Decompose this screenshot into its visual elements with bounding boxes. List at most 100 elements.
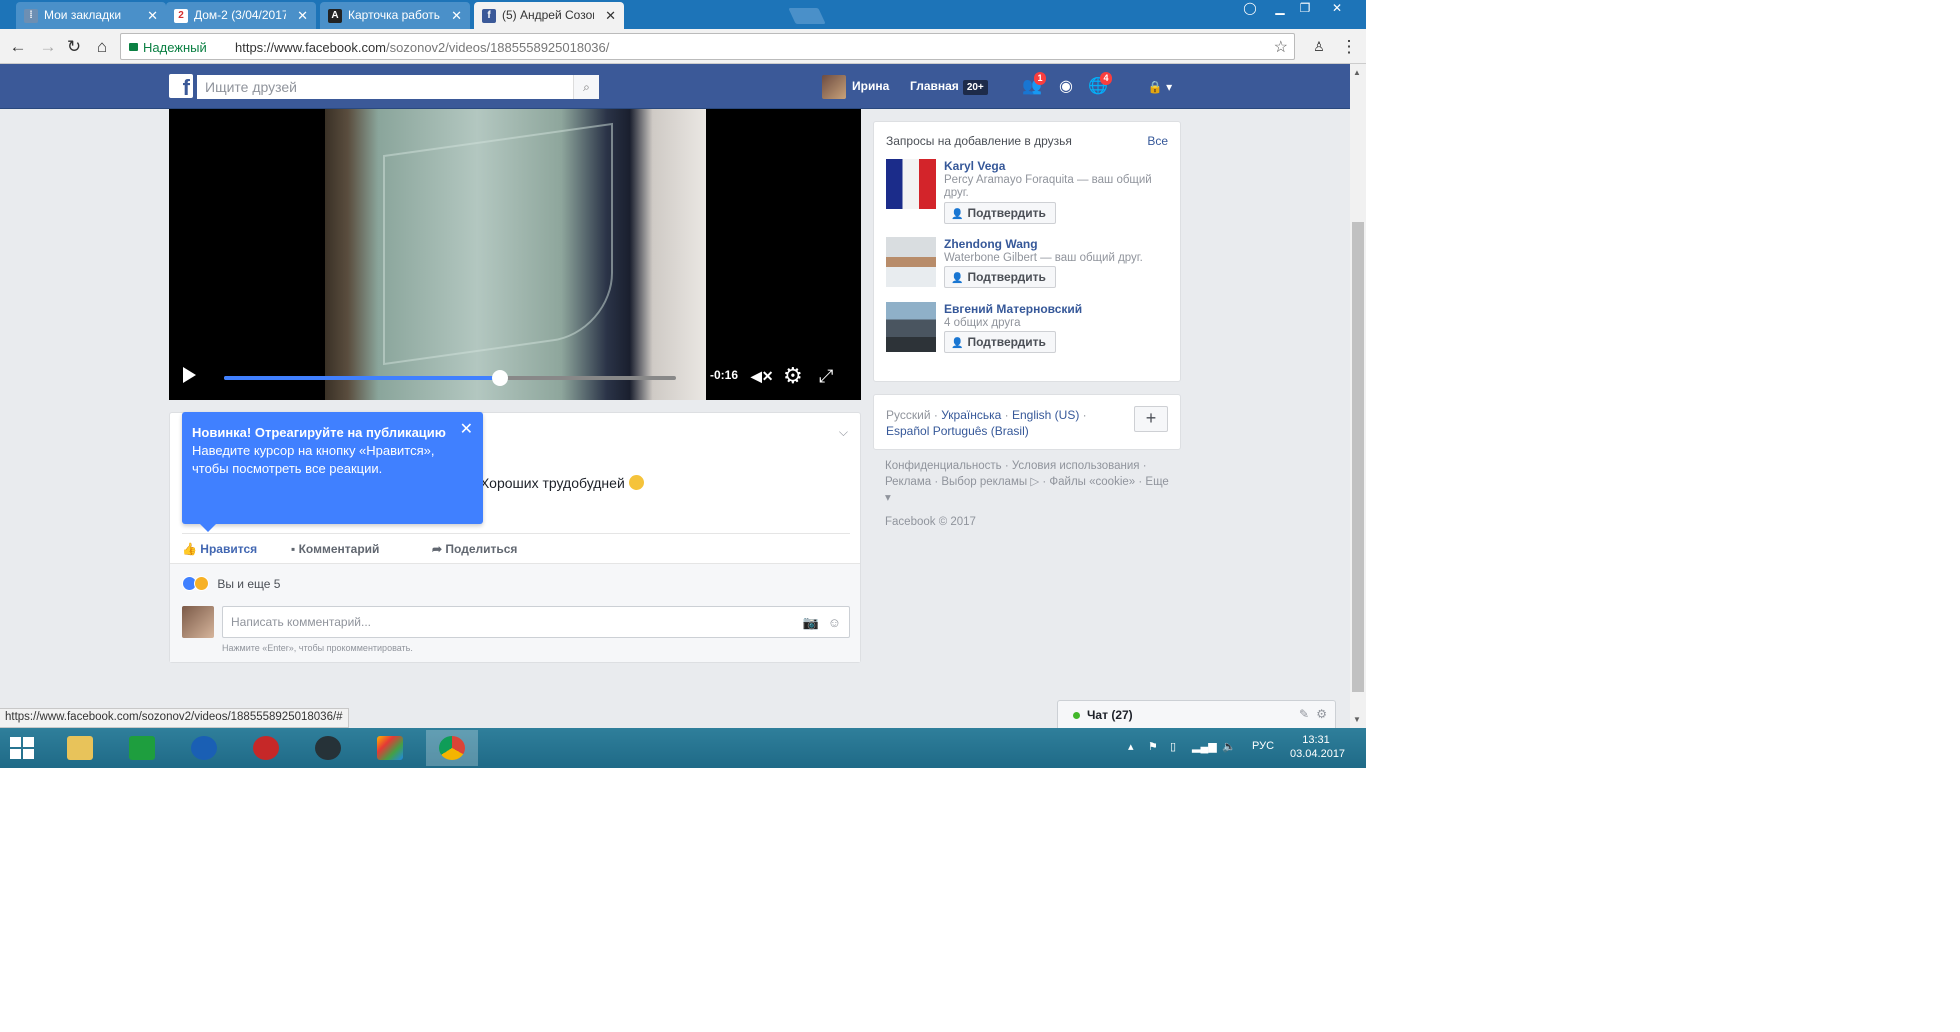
address-bar[interactable]: Надежный https://www.facebook.com/sozono… [120,33,1295,60]
ads-link[interactable]: Реклама [885,476,931,488]
new-tab-button[interactable] [788,8,826,24]
tab-dom2[interactable]: 2 Дом-2 (3/04/2017) Лайт ✕ [166,2,316,29]
scroll-down-icon[interactable]: ▼ [1353,715,1361,724]
flag-icon[interactable]: ⚑ [1148,740,1158,753]
close-window-icon[interactable]: ✕ [1325,0,1349,18]
input-language[interactable]: РУС [1252,740,1274,752]
confirm-button[interactable]: 👤 Подтвердить [944,331,1056,353]
scroll-thumb[interactable] [1352,222,1364,692]
close-tab-icon[interactable]: ✕ [451,2,462,29]
mute-icon[interactable]: ◀✕ [751,364,774,388]
cookies-link[interactable]: Файлы «cookie» [1049,476,1135,488]
friend-requests-icon[interactable]: 👥 1 [1020,72,1046,98]
battery-icon[interactable]: ▯ [1170,740,1176,753]
account-menu-icon[interactable]: 🔒 ▾ [1140,76,1180,98]
progress-handle[interactable] [491,370,508,386]
close-tab-icon[interactable]: ✕ [147,2,158,29]
emoji-icon[interactable]: ☺ [828,615,841,630]
add-language-button[interactable]: + [1134,406,1168,432]
friend-name[interactable]: Karyl Vega [944,159,1005,173]
caret-down-icon: ▾ [885,492,891,504]
avatar[interactable] [886,302,936,352]
chrome-icon[interactable] [426,730,478,766]
reload-icon[interactable]: ↻ [62,35,86,59]
scroll-up-icon[interactable]: ▲ [1353,68,1361,77]
profile-link[interactable]: Ирина [822,64,889,109]
tab-work-card[interactable]: A Карточка работы #1869 ✕ [320,2,470,29]
more-link[interactable]: Еще [1145,476,1168,488]
language-link[interactable]: Português (Brasil) [933,424,1029,438]
back-icon[interactable]: ← [6,35,30,59]
search-icon[interactable]: ⌕ [573,75,599,99]
confirm-button[interactable]: 👤 Подтвердить [944,266,1056,288]
post-text: Хороших трудобудней [480,475,644,491]
close-tab-icon[interactable]: ✕ [605,2,616,29]
confirm-button[interactable]: 👤 Подтвердить [944,202,1056,224]
friend-name[interactable]: Zhendong Wang [944,237,1038,251]
settings-gear-icon[interactable]: ⚙ [783,364,803,388]
chat-bar[interactable]: Чат (27) ✎ ⚙ [1057,700,1336,728]
friend-requests-badge: 1 [1034,72,1046,85]
app-red-icon[interactable] [240,730,292,766]
page-footer: Конфиденциальность · Условия использован… [885,458,1175,530]
add-friend-icon: 👤 [951,338,964,349]
camera-icon[interactable]: 📷 [803,615,819,631]
home-count-badge: 20+ [962,80,988,95]
comment-button[interactable]: ▪ Комментарий [291,542,379,556]
post-actions: 👍 Нравится ▪ Комментарий ➦ Поделиться [182,533,850,563]
facebook-logo-icon[interactable]: f [169,74,193,98]
reactions-summary[interactable]: Вы и еще 5 [182,576,280,591]
new-message-icon[interactable]: ✎ [1299,707,1309,721]
clock[interactable]: 13:31 03.04.2017 [1290,733,1345,761]
forward-icon[interactable]: → [36,35,60,59]
gear-icon[interactable]: ⚙ [1316,707,1327,721]
tab-label: Карточка работы #1869 [348,8,440,22]
home-icon[interactable]: ⌂ [90,35,114,59]
file-explorer-icon[interactable] [54,730,106,766]
messenger-icon[interactable]: ◉ [1054,76,1078,98]
tab-bookmarks[interactable]: ⁞ Мои закладки ✕ [16,2,166,29]
share-button[interactable]: ➦ Поделиться [432,542,517,556]
language-link[interactable]: Українська [941,408,1001,422]
store-icon[interactable] [116,730,168,766]
terms-link[interactable]: Условия использования [1012,460,1140,472]
friend-name[interactable]: Евгений Матерновский [944,302,1082,316]
extension-icon[interactable]: ♙ [1307,35,1331,59]
ad-choices-link[interactable]: Выбор рекламы [941,476,1027,488]
chevron-down-icon[interactable]: ⌵ [839,425,848,440]
see-all-link[interactable]: Все [1147,134,1168,148]
home-link[interactable]: Главная 20+ [910,64,988,109]
scrollbar[interactable]: ▲ ▼ [1350,64,1366,728]
language-link[interactable]: English (US) [1012,408,1079,422]
comment-input[interactable]: Написать комментарий... 📷 ☺ [222,606,850,638]
search-input[interactable]: Ищите друзей ⌕ [197,75,599,99]
windows-start-icon[interactable] [10,737,34,759]
network-icon[interactable]: ▂▄▆ [1192,740,1217,753]
close-tab-icon[interactable]: ✕ [297,2,308,29]
notifications-icon[interactable]: 🌐 4 [1086,72,1112,98]
volume-icon[interactable]: 🔈 [1222,740,1236,753]
paint-icon[interactable] [364,730,416,766]
avatar[interactable] [886,237,936,287]
tray-expand-icon[interactable]: ▴ [1128,740,1134,753]
screen: ⁞ Мои закладки ✕ 2 Дом-2 (3/04/2017) Лай… [0,0,1366,768]
share-label: Поделиться [445,542,518,556]
restore-icon[interactable]: ❐ [1293,0,1317,18]
ccleaner-icon[interactable] [178,730,230,766]
secure-indicator[interactable]: Надежный [129,40,207,55]
video-player[interactable]: -0:16 ◀✕ ⚙ ⤢ [169,109,861,400]
tab-facebook[interactable]: f (5) Андрей Созонов - А ✕ [474,2,624,29]
settings-app-icon[interactable] [302,730,354,766]
close-icon[interactable]: ✕ [460,422,473,438]
profile-icon[interactable]: ◯ [1238,0,1262,18]
language-link[interactable]: Español [886,424,929,438]
minimize-icon[interactable]: ▁ [1268,0,1292,18]
progress-bar[interactable] [224,370,676,386]
avatar[interactable] [886,159,936,209]
fullscreen-icon[interactable]: ⤢ [819,364,833,388]
play-icon[interactable] [183,367,196,383]
like-button[interactable]: 👍 Нравится [182,542,257,556]
bookmark-star-icon[interactable]: ☆ [1274,37,1288,57]
menu-icon[interactable]: ⋮ [1337,35,1361,59]
privacy-link[interactable]: Конфиденциальность [885,460,1002,472]
